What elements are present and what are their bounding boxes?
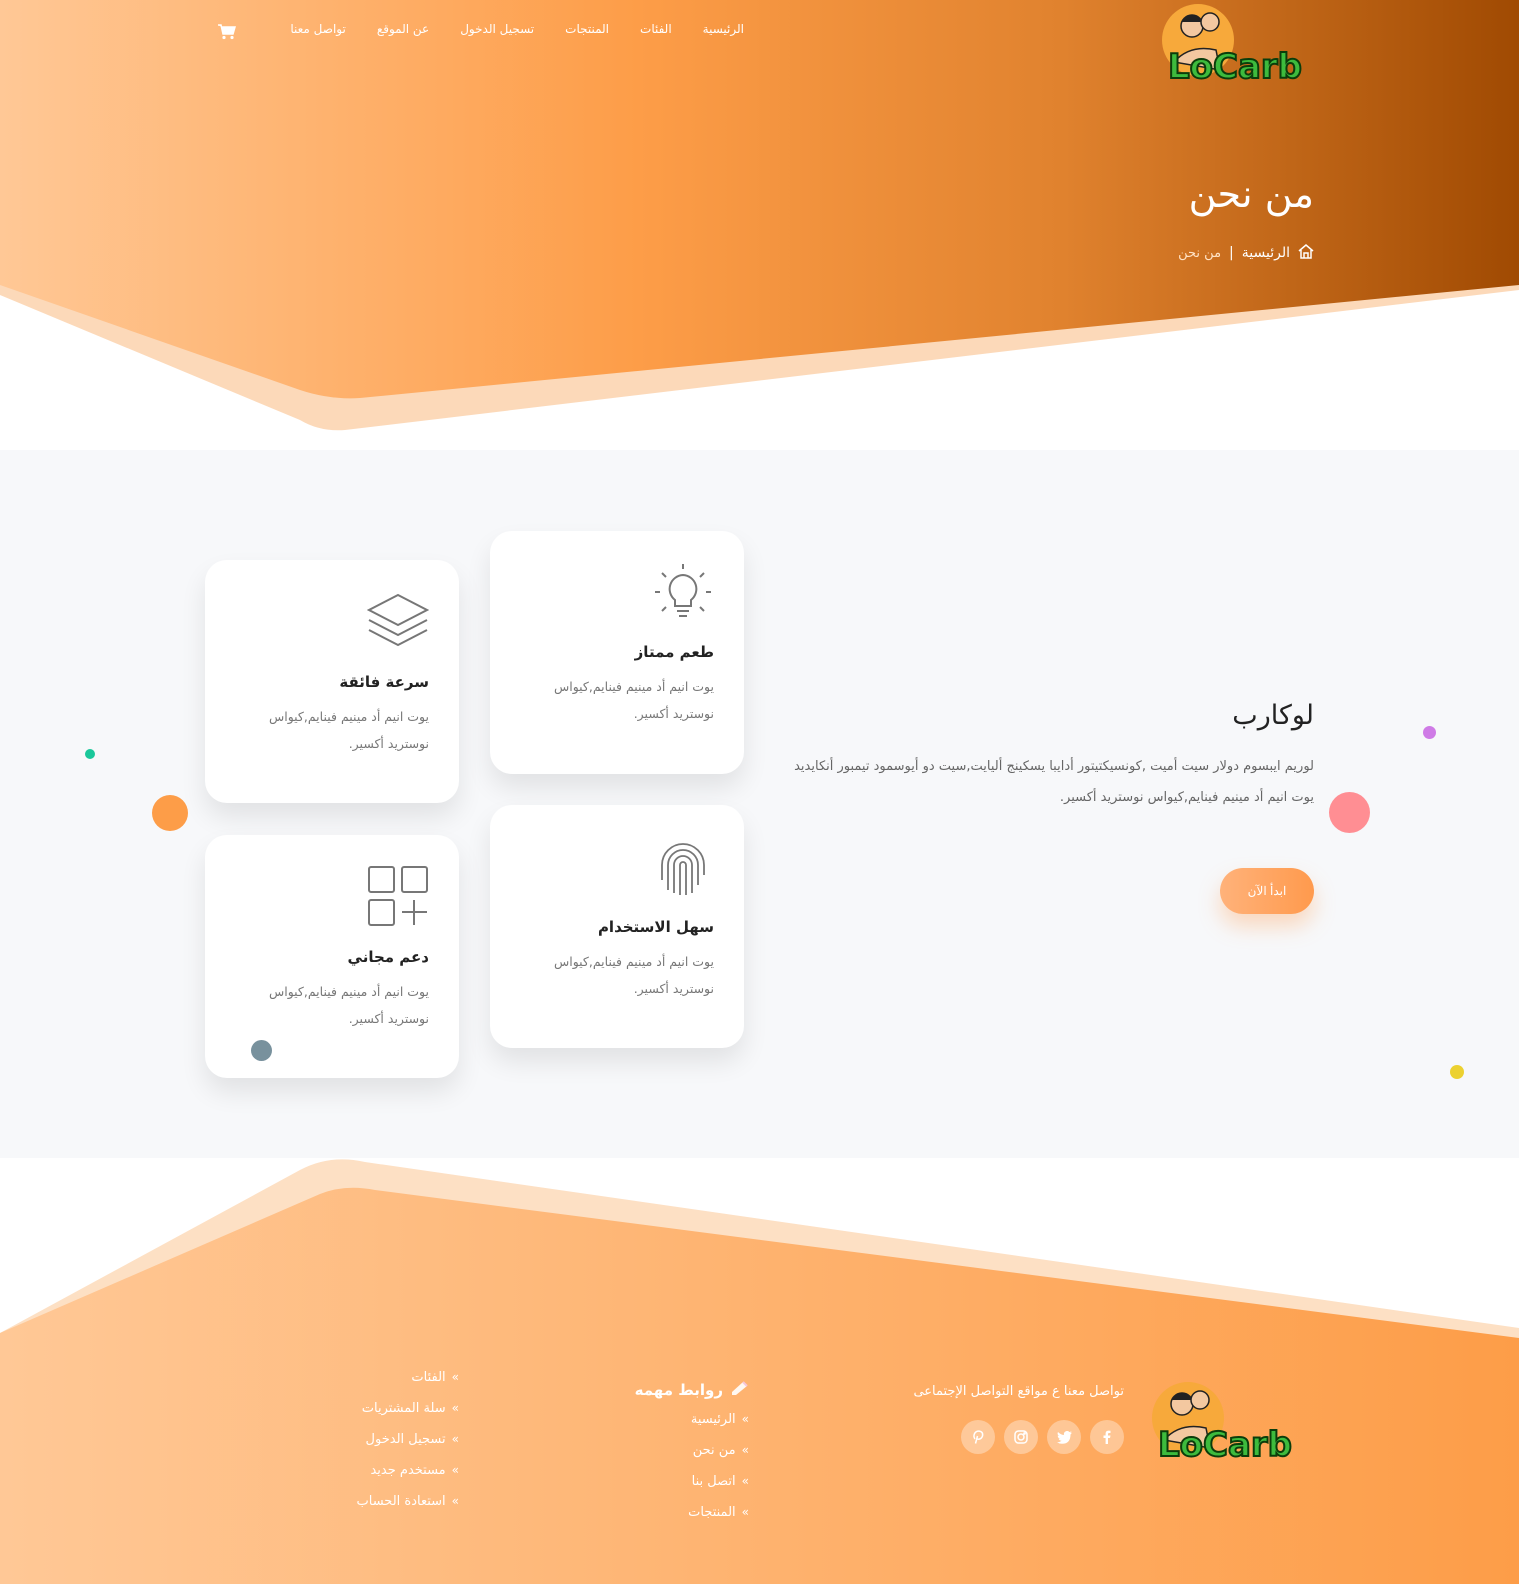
feature-title: طعم ممتاز bbox=[634, 643, 714, 661]
pinterest-icon[interactable] bbox=[961, 1420, 995, 1454]
feature-card-ease: سهل الاستخدام يوت انيم أد مينيم فينايم,ك… bbox=[490, 805, 744, 1048]
footer: LoCarb تواصل معنا ع مواقع التواصل الإجتم… bbox=[0, 1158, 1519, 1584]
decorative-dot bbox=[85, 749, 95, 759]
page-title: من نحن bbox=[1188, 172, 1314, 216]
breadcrumb-home[interactable]: الرئيسية bbox=[1242, 245, 1290, 261]
decorative-dot bbox=[1423, 726, 1436, 739]
nav-login[interactable]: تسجيل الدخول bbox=[460, 22, 534, 36]
breadcrumb-current: من نحن bbox=[1178, 245, 1222, 261]
facebook-icon[interactable] bbox=[1090, 1420, 1124, 1454]
breadcrumb-separator: | bbox=[1229, 245, 1234, 261]
layers-icon bbox=[366, 590, 430, 652]
nav-categories[interactable]: الفئات bbox=[640, 22, 672, 36]
footer-links-secondary: »الفئات »سلة المشتريات »تسجيل الدخول »مس… bbox=[357, 1370, 460, 1525]
locarb-logo-footer[interactable]: LoCarb bbox=[1150, 1378, 1310, 1468]
logo-image: LoCarb bbox=[1152, 1382, 1293, 1466]
feature-card-speed: سرعة فائقة يوت انيم أد مينيم فينايم,كيوا… bbox=[205, 560, 459, 803]
about-section: طعم ممتاز يوت انيم أد مينيم فينايم,كيواس… bbox=[0, 450, 1519, 1158]
footer-links-primary: »الرئيسية »من نحن »اتصل بنا »المنتجات bbox=[688, 1412, 749, 1536]
feature-title: سهل الاستخدام bbox=[597, 918, 714, 936]
feature-text: يوت انيم أد مينيم فينايم,كيواس نوستريد أ… bbox=[553, 679, 714, 721]
start-now-button[interactable]: ابدأ الآن bbox=[1220, 868, 1314, 914]
feature-card-taste: طعم ممتاز يوت انيم أد مينيم فينايم,كيواس… bbox=[490, 531, 744, 774]
footer-link[interactable]: »استعادة الحساب bbox=[357, 1494, 460, 1525]
grid-plus-icon bbox=[367, 865, 429, 927]
nav-home[interactable]: الرئيسية bbox=[703, 22, 744, 36]
footer-link[interactable]: »المنتجات bbox=[688, 1505, 749, 1536]
pencil-icon bbox=[731, 1380, 749, 1400]
logo-image: LoCarb bbox=[1162, 4, 1303, 88]
main-nav: الرئيسية الفئات المنتجات تسجيل الدخول عن… bbox=[290, 22, 744, 36]
about-text-block: لوكارب لوريم ايبسوم دولار سيت أميت ,كونس… bbox=[774, 700, 1314, 813]
feature-title: سرعة فائقة bbox=[339, 673, 429, 691]
feature-text: يوت انيم أد مينيم فينايم,كيواس نوستريد أ… bbox=[268, 984, 429, 1026]
svg-text:LoCarb: LoCarb bbox=[1168, 47, 1302, 87]
decorative-dot bbox=[251, 1040, 272, 1061]
hero-section: LoCarb الرئيسية الفئات المنتجات تسجيل ال… bbox=[0, 0, 1519, 450]
decorative-dot bbox=[1450, 1065, 1464, 1079]
lightbulb-icon bbox=[652, 561, 714, 623]
instagram-icon[interactable] bbox=[1004, 1420, 1038, 1454]
about-title: لوكارب bbox=[1232, 700, 1314, 731]
decorative-dot bbox=[1329, 792, 1370, 833]
twitter-icon[interactable] bbox=[1047, 1420, 1081, 1454]
breadcrumb: الرئيسية | من نحن bbox=[1178, 243, 1314, 263]
nav-products[interactable]: المنتجات bbox=[565, 22, 609, 36]
nav-contact[interactable]: تواصل معنا bbox=[290, 22, 345, 36]
shopping-cart-icon[interactable] bbox=[218, 24, 236, 40]
social-links bbox=[961, 1420, 1124, 1454]
footer-link[interactable]: »سلة المشتريات bbox=[357, 1401, 459, 1432]
footer-link[interactable]: »الرئيسية bbox=[688, 1412, 749, 1443]
about-paragraph-1: لوريم ايبسوم دولار سيت أميت ,كونسيكتيتور… bbox=[794, 759, 1314, 774]
footer-link[interactable]: »مستخدم جديد bbox=[357, 1463, 459, 1494]
nav-about[interactable]: عن الموقع bbox=[377, 22, 429, 36]
footer-link[interactable]: »تسجيل الدخول bbox=[357, 1432, 459, 1463]
locarb-logo[interactable]: LoCarb bbox=[1160, 0, 1320, 90]
feature-card-support: دعم مجاني يوت انيم أد مينيم فينايم,كيواس… bbox=[205, 835, 459, 1078]
social-caption: تواصل معنا ع مواقع التواصل الإجتماعى bbox=[913, 1384, 1124, 1399]
feature-title: دعم مجاني bbox=[347, 948, 429, 966]
feature-text: يوت انيم أد مينيم فينايم,كيواس نوستريد أ… bbox=[268, 709, 429, 751]
feature-text: يوت انيم أد مينيم فينايم,كيواس نوستريد أ… bbox=[553, 954, 714, 996]
footer-link[interactable]: »من نحن bbox=[688, 1443, 749, 1474]
fingerprint-icon bbox=[652, 835, 714, 897]
footer-link[interactable]: »اتصل بنا bbox=[688, 1474, 749, 1505]
svg-text:LoCarb: LoCarb bbox=[1158, 1425, 1292, 1465]
home-icon bbox=[1298, 243, 1314, 263]
footer-background bbox=[0, 1159, 1519, 1584]
links-heading-text: روابط مهمه bbox=[634, 1381, 723, 1399]
about-paragraph-2: يوت انيم أد مينيم فينايم,كيواس نوستريد أ… bbox=[1059, 790, 1314, 805]
decorative-dot bbox=[152, 795, 188, 831]
links-heading: روابط مهمه bbox=[635, 1380, 749, 1400]
footer-link[interactable]: »الفئات bbox=[357, 1370, 459, 1401]
